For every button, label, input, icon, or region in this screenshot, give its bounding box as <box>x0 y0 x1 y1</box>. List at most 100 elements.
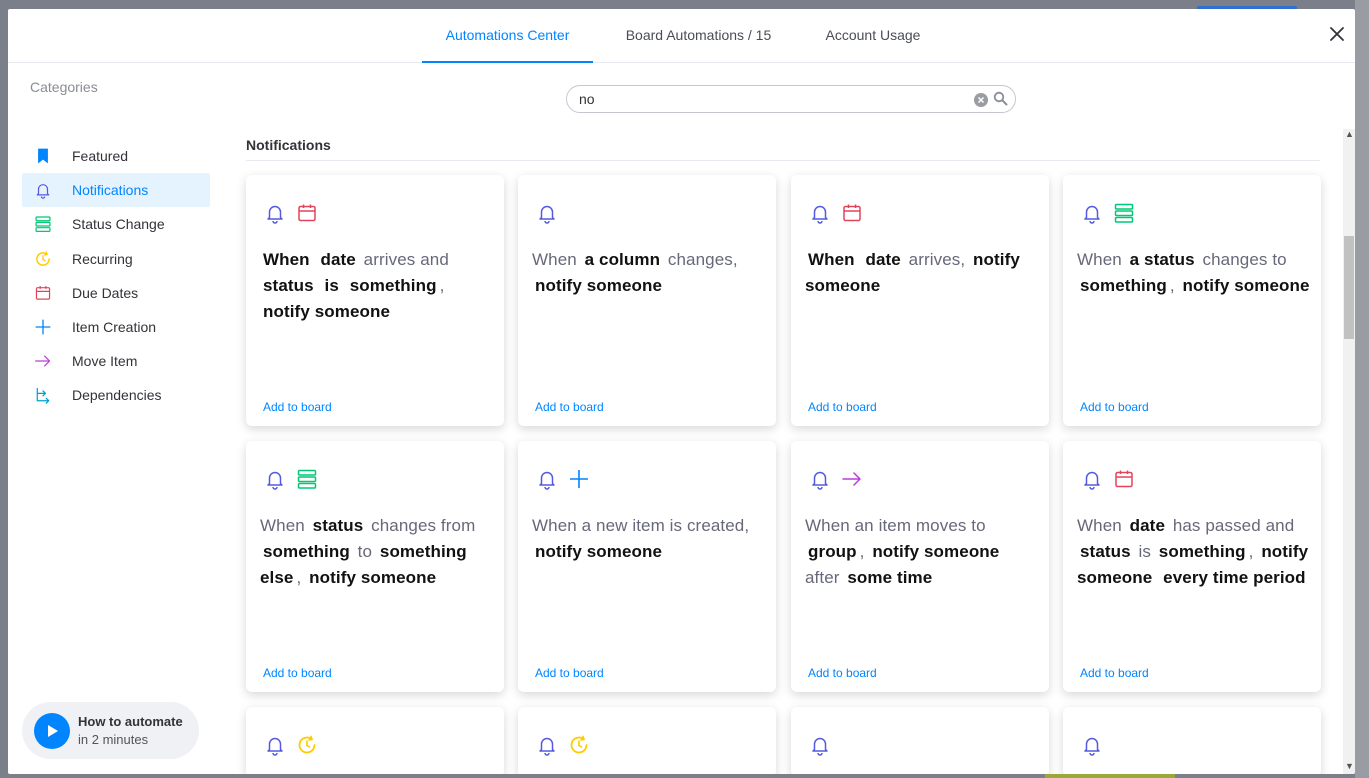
sidebar-item-label: Status Change <box>72 216 165 233</box>
add-to-board-link[interactable]: Add to board <box>263 400 332 414</box>
recipe-text-fragment: is <box>1133 542 1156 561</box>
add-to-board-link[interactable]: Add to board <box>1080 400 1149 414</box>
bell-icon <box>536 733 558 756</box>
recipe-field: notify someone <box>535 542 663 561</box>
recipe-card[interactable]: When an item moves to group, notify some… <box>791 441 1049 692</box>
recipe-card[interactable] <box>791 707 1049 774</box>
recipe-field: some time <box>847 568 933 587</box>
tab-board-automations[interactable]: Board Automations / 15 <box>611 9 786 63</box>
recipe-field: notify someone <box>263 302 391 321</box>
calendar-icon <box>34 284 52 302</box>
how-to-subtitle: in 2 minutes <box>78 732 149 747</box>
sidebar-item-due-dates[interactable]: Due Dates <box>22 276 210 310</box>
recipe-icons <box>536 201 558 224</box>
sidebar-item-item-creation[interactable]: Item Creation <box>22 310 210 344</box>
bell-icon <box>34 181 52 199</box>
recipe-text-fragment: , <box>439 276 445 295</box>
scrollbar-thumb[interactable] <box>1344 236 1354 339</box>
clock-icon <box>296 733 318 755</box>
recipe-card[interactable]: When date arrives and status is somethin… <box>246 175 504 426</box>
bell-icon <box>264 733 286 756</box>
how-to-automate-button[interactable]: How to automate in 2 minutes <box>22 702 199 759</box>
sidebar-item-featured[interactable]: Featured <box>22 139 210 173</box>
sidebar-item-move-item[interactable]: Move Item <box>22 344 210 378</box>
add-to-board-link[interactable]: Add to board <box>535 666 604 680</box>
plus-icon <box>568 467 590 489</box>
add-to-board-link[interactable]: Add to board <box>808 400 877 414</box>
recipe-icons <box>1081 467 1135 490</box>
scrollbar[interactable] <box>1343 129 1355 774</box>
recipe-card[interactable]: When date has passed and status is somet… <box>1063 441 1321 692</box>
recipe-text-fragment: When a new item is created, <box>532 516 750 535</box>
recipe-text-fragment: changes to <box>1197 250 1287 269</box>
sidebar-item-notifications[interactable]: Notifications <box>22 173 210 208</box>
sidebar-item-dependencies[interactable]: Dependencies <box>22 378 210 412</box>
how-to-title: How to automate <box>78 714 183 729</box>
recipe-field: something <box>1080 276 1167 295</box>
sidebar-item-label: Move Item <box>72 353 138 370</box>
tab-automations-center[interactable]: Automations Center <box>422 9 593 63</box>
recipe-icons <box>809 201 863 224</box>
clock-icon <box>568 733 590 755</box>
recipe-text-fragment: has passed and <box>1168 516 1295 535</box>
close-button[interactable] <box>1326 23 1348 45</box>
bell-icon <box>1081 467 1103 490</box>
recipe-field: When <box>263 250 310 269</box>
recipe-text-fragment: When <box>260 516 310 535</box>
modal-header: Automations Center Board Automations / 1… <box>8 9 1355 63</box>
recipe-card[interactable]: When a new item is created, notify someo… <box>518 441 776 692</box>
status-icon <box>296 467 318 489</box>
calendar-icon <box>296 201 318 223</box>
recipe-icons <box>264 733 318 756</box>
sidebar-item-recurring[interactable]: Recurring <box>22 242 210 276</box>
scroll-up-icon[interactable]: ▲ <box>1345 129 1354 139</box>
recipe-card[interactable] <box>246 707 504 774</box>
add-to-board-link[interactable]: Add to board <box>535 400 604 414</box>
recipe-text-fragment <box>313 250 318 269</box>
recipe-field: date <box>865 250 901 269</box>
recipe-field: something <box>1158 542 1246 561</box>
recipe-icons <box>536 467 590 490</box>
recipe-field: every time period <box>1163 568 1306 587</box>
recipe-text-fragment: When <box>1077 250 1127 269</box>
recipe-icons <box>264 467 318 490</box>
recipe-text-fragment: , <box>1248 542 1259 561</box>
calendar-icon <box>841 201 863 223</box>
search-icon[interactable] <box>993 91 1008 106</box>
recipe-text: When date has passed and status is somet… <box>1077 513 1313 591</box>
recipe-text: When a status changes to something, noti… <box>1077 247 1313 299</box>
scroll-down-icon[interactable]: ▼ <box>1345 761 1354 771</box>
search-input[interactable] <box>579 90 959 108</box>
bell-icon <box>264 201 286 224</box>
recipe-text-fragment: to <box>352 542 377 561</box>
sidebar-item-status-change[interactable]: Status Change <box>22 207 210 241</box>
close-icon <box>1330 27 1344 41</box>
recipe-text-fragment: arrives and <box>358 250 449 269</box>
recipe-text-fragment: after <box>805 568 845 587</box>
add-to-board-link[interactable]: Add to board <box>1080 666 1149 680</box>
add-to-board-link[interactable]: Add to board <box>263 666 332 680</box>
recipe-field: is <box>324 276 339 295</box>
tab-account-usage[interactable]: Account Usage <box>813 9 933 63</box>
recipe-text-fragment: When <box>1077 516 1127 535</box>
calendar-icon <box>1113 467 1135 489</box>
recipe-card[interactable]: When date arrives, notify someone Add to … <box>791 175 1049 426</box>
recipe-text-fragment: , <box>859 542 870 561</box>
clear-search-icon[interactable] <box>974 93 988 107</box>
automations-modal: Automations Center Board Automations / 1… <box>8 9 1355 774</box>
bell-icon <box>536 201 558 224</box>
add-to-board-link[interactable]: Add to board <box>808 666 877 680</box>
background-board <box>1355 0 1369 778</box>
recipe-card[interactable]: When a column changes, notify someone Add… <box>518 175 776 426</box>
bell-icon <box>264 467 286 490</box>
recipe-card[interactable]: When status changes from something to so… <box>246 441 504 692</box>
recipe-icons <box>1081 201 1135 224</box>
recipe-field: status <box>263 276 314 295</box>
sidebar-item-label: Recurring <box>72 250 133 267</box>
sidebar-item-label: Notifications <box>72 182 149 199</box>
recipe-field: When <box>808 250 855 269</box>
recipe-card[interactable]: When a status changes to something, noti… <box>1063 175 1321 426</box>
recipe-card[interactable] <box>518 707 776 774</box>
search-box <box>566 85 1016 113</box>
recipe-card[interactable] <box>1063 707 1321 774</box>
